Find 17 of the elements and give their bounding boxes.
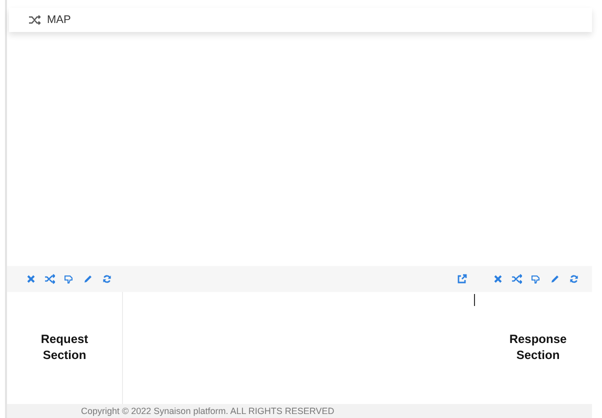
external-link-icon[interactable] xyxy=(456,273,468,285)
close-icon[interactable] xyxy=(25,273,37,285)
refresh-icon[interactable] xyxy=(568,273,580,285)
response-section-label: Response Section xyxy=(508,332,568,364)
pencil-icon[interactable] xyxy=(549,273,561,285)
shuffle-icon[interactable] xyxy=(511,273,523,285)
shuffle-icon xyxy=(29,15,41,25)
request-section-label: Request Section xyxy=(40,332,90,364)
thumbs-down-icon[interactable] xyxy=(63,273,75,285)
page-title: MAP xyxy=(47,12,71,28)
thumbs-down-icon[interactable] xyxy=(530,273,542,285)
text-cursor xyxy=(474,294,475,306)
shuffle-icon[interactable] xyxy=(44,273,56,285)
copyright-text: Copyright © 2022 Synaison platform. ALL RIGHTS RESERVED xyxy=(81,406,334,416)
pencil-icon[interactable] xyxy=(82,273,94,285)
close-icon[interactable] xyxy=(492,273,504,285)
refresh-icon[interactable] xyxy=(101,273,113,285)
